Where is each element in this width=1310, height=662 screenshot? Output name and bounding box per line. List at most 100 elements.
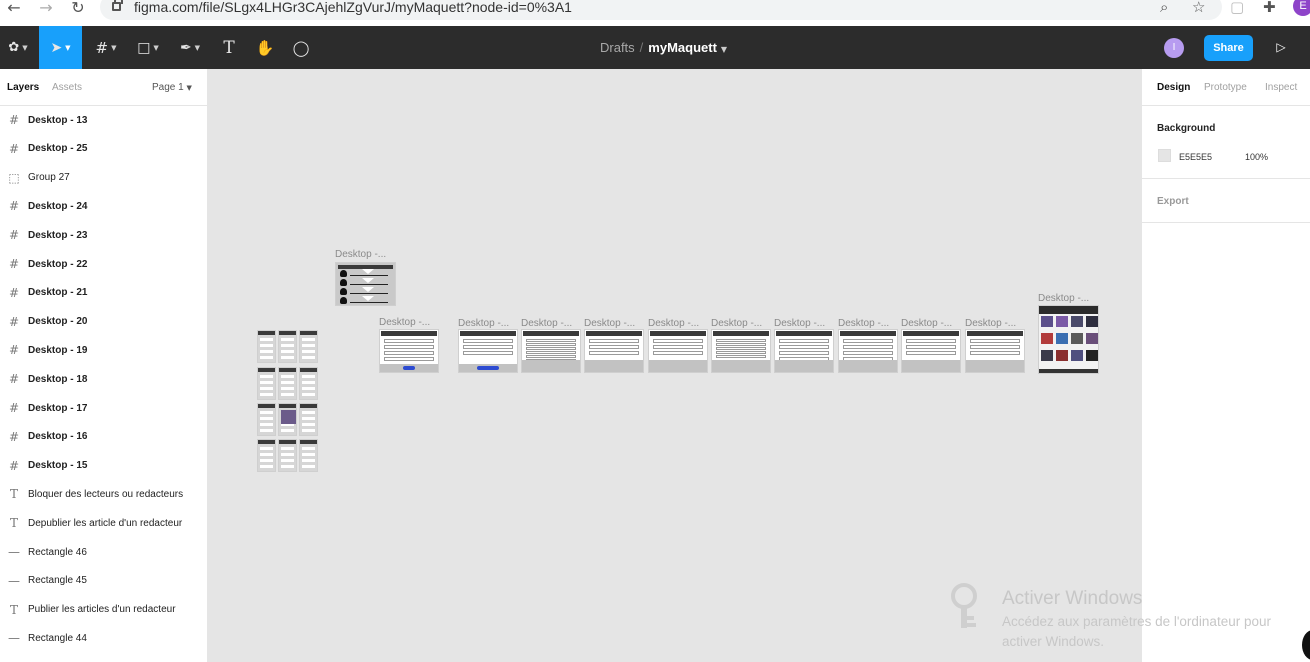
address-bar[interactable]: figma.com/file/SLgx4LHGr3CAjehlZgVurJ/my… (100, 0, 1222, 20)
design-canvas[interactable]: Desktop -... Desktop -... Desktop -... Des… (208, 69, 1141, 662)
frame-thumbnail[interactable] (648, 329, 708, 373)
profile-avatar[interactable]: E (1293, 0, 1310, 16)
file-name[interactable]: myMaquett (648, 40, 717, 55)
frame-thumbnail[interactable] (299, 439, 318, 472)
frame-thumbnail[interactable] (379, 329, 439, 373)
frame-label[interactable]: Desktop -... (584, 318, 635, 329)
layer-item[interactable]: # Desktop - 16 (0, 423, 208, 451)
frame-thumbnail[interactable] (257, 439, 276, 472)
frame-tool-button[interactable]: # ▼ (88, 26, 124, 69)
background-hex-field[interactable]: E5E5E5 (1179, 152, 1212, 162)
page-selector[interactable]: Page 1 ▼ (152, 82, 192, 93)
bookmark-star-icon[interactable]: ☆ (1192, 0, 1205, 16)
layer-item[interactable]: — Rectangle 46 (0, 538, 208, 566)
frame-thumbnail[interactable] (278, 330, 297, 363)
layer-item[interactable]: # Desktop - 18 (0, 365, 208, 393)
layer-item[interactable]: # Desktop - 21 (0, 279, 208, 307)
dropdown-triangle-icon (362, 287, 374, 292)
frame-thumbnail[interactable] (299, 330, 318, 363)
tab-inspect[interactable]: Inspect (1265, 82, 1297, 93)
layer-item[interactable]: ⬚ Group 27 (0, 164, 208, 192)
figma-logo-icon: ✿ (8, 40, 20, 55)
background-color-swatch[interactable] (1158, 149, 1171, 162)
layer-item[interactable]: # Desktop - 15 (0, 452, 208, 480)
comment-bubble-icon: ◯ (292, 38, 310, 57)
frame-thumbnail[interactable] (257, 367, 276, 400)
pen-tool-button[interactable]: ✒ ▼ (172, 26, 208, 69)
layer-item[interactable]: T Publier les articles d'un redacteur (0, 596, 208, 624)
frame-label[interactable]: Desktop -... (335, 249, 386, 260)
layer-item[interactable]: # Desktop - 20 (0, 308, 208, 336)
background-opacity-field[interactable]: 100% (1245, 152, 1268, 162)
breadcrumb-drafts[interactable]: Drafts (600, 40, 635, 55)
frame-thumbnail[interactable] (278, 403, 297, 436)
shape-tool-button[interactable]: □ ▼ (130, 26, 166, 69)
tab-prototype[interactable]: Prototype (1204, 82, 1247, 93)
layer-item[interactable]: T Bloquer des lecteurs ou redacteurs (0, 480, 208, 508)
frame-header (776, 331, 832, 336)
layer-item[interactable]: T Depublier les article d'un redacteur (0, 509, 208, 537)
frame-label[interactable]: Desktop -... (458, 318, 509, 329)
hand-tool-button[interactable]: ✋ (250, 26, 280, 69)
puzzle-icon[interactable]: ✚ (1263, 0, 1276, 16)
comment-tool-button[interactable]: ◯ (286, 26, 316, 69)
zoom-icon[interactable]: ⌕ (1160, 0, 1168, 16)
frame-thumbnail[interactable] (278, 439, 297, 472)
frame-thumbnail[interactable] (299, 367, 318, 400)
frame-thumbnail[interactable] (774, 329, 834, 373)
export-title[interactable]: Export (1157, 196, 1189, 207)
frame-hash-icon: # (8, 343, 20, 358)
frame-label[interactable]: Desktop -... (774, 318, 825, 329)
move-tool-button[interactable]: ➤ ▼ (39, 26, 82, 69)
tab-design[interactable]: Design (1157, 82, 1190, 93)
text-tool-button[interactable]: T (214, 26, 244, 69)
frame-thumbnail[interactable] (458, 329, 518, 373)
layer-item[interactable]: # Desktop - 17 (0, 394, 208, 422)
frame-label[interactable]: Desktop -... (965, 318, 1016, 329)
frame-thumbnail[interactable] (257, 330, 276, 363)
frame-thumbnail[interactable] (901, 329, 961, 373)
extension-icon[interactable]: ▢ (1230, 0, 1244, 16)
frame-label[interactable]: Desktop -... (521, 318, 572, 329)
frame-thumbnail[interactable] (1038, 305, 1099, 374)
frame-thumbnail[interactable] (278, 367, 297, 400)
frame-thumbnail[interactable] (521, 329, 581, 373)
frame-label[interactable]: Desktop -... (1038, 293, 1089, 304)
frame-label[interactable]: Desktop -... (648, 318, 699, 329)
frame-thumbnail[interactable] (711, 329, 771, 373)
frame-thumbnail[interactable] (584, 329, 644, 373)
frame-label[interactable]: Desktop -... (901, 318, 952, 329)
layer-item[interactable]: # Desktop - 22 (0, 250, 208, 278)
layer-item[interactable]: # Desktop - 25 (0, 135, 208, 163)
layer-item[interactable]: — Rectangle 45 (0, 567, 208, 595)
layer-item[interactable]: # Desktop - 24 (0, 192, 208, 220)
chevron-down-icon[interactable]: ▼ (721, 45, 727, 54)
frame-label[interactable]: Desktop -... (838, 318, 889, 329)
frame-thumbnail[interactable] (299, 403, 318, 436)
divider-line (350, 284, 388, 285)
frame-thumbnail[interactable] (335, 262, 396, 306)
tab-layers[interactable]: Layers (7, 82, 39, 93)
tab-assets[interactable]: Assets (52, 82, 82, 93)
user-avatar[interactable]: I (1164, 38, 1184, 58)
frame-label[interactable]: Desktop -... (379, 317, 430, 328)
layer-item[interactable]: # Desktop - 23 (0, 221, 208, 249)
reload-icon[interactable]: ↻ (68, 0, 88, 18)
layer-item[interactable]: # Desktop - 13 (0, 106, 208, 134)
frame-header (258, 440, 275, 444)
frame-thumbnail[interactable] (257, 403, 276, 436)
frame-label[interactable]: Desktop -... (711, 318, 762, 329)
thumbnail-image (1071, 333, 1083, 344)
layer-item[interactable]: — Rectangle 44 (0, 624, 208, 652)
layer-item[interactable]: # Desktop - 19 (0, 336, 208, 364)
frame-thumbnail[interactable] (965, 329, 1025, 373)
background-section (1142, 106, 1310, 179)
share-button[interactable]: Share (1204, 35, 1253, 61)
forward-icon[interactable]: → (36, 0, 56, 18)
frame-line (384, 339, 434, 343)
frame-header (650, 331, 706, 336)
frame-thumbnail[interactable] (838, 329, 898, 373)
main-menu-button[interactable]: ✿ ▼ (0, 26, 36, 69)
back-icon[interactable]: ← (4, 0, 24, 18)
present-play-icon[interactable]: ▷ (1271, 37, 1291, 57)
